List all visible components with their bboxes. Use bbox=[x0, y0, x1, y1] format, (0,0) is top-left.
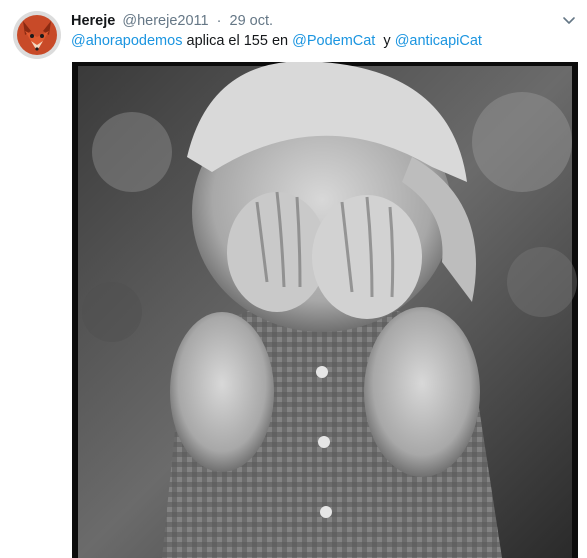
separator: · bbox=[216, 13, 222, 29]
tweet-text-segment: y bbox=[383, 33, 391, 49]
timestamp[interactable]: 29 oct. bbox=[230, 13, 274, 29]
fox-icon bbox=[13, 11, 61, 59]
tweet-menu-button[interactable] bbox=[561, 13, 577, 29]
chevron-down-icon bbox=[563, 17, 575, 24]
tweet-header: Hereje @hereje2011 · 29 oct. bbox=[71, 11, 273, 31]
mention-link[interactable]: @ahorapodemos bbox=[71, 33, 182, 49]
tweet-text: @ahorapodemos aplica el 155 en @PodemCat… bbox=[71, 31, 482, 51]
avatar[interactable] bbox=[13, 11, 61, 59]
mention-link[interactable]: @anticapiCat bbox=[395, 33, 482, 49]
tweet-photo[interactable] bbox=[72, 62, 578, 558]
tweet[interactable]: Hereje @hereje2011 · 29 oct. @ahorapodem… bbox=[0, 0, 587, 558]
photo-image bbox=[72, 62, 578, 558]
tweet-text-segment: aplica el 155 en bbox=[186, 33, 289, 49]
author-handle[interactable]: @hereje2011 bbox=[122, 13, 208, 29]
mention-link[interactable]: @PodemCat bbox=[292, 33, 375, 49]
author-name[interactable]: Hereje bbox=[71, 13, 115, 29]
